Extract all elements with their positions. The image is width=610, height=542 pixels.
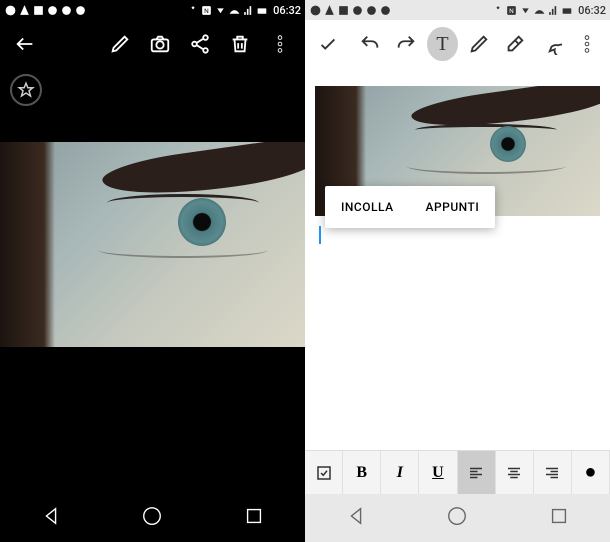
photo-content[interactable] xyxy=(0,142,305,347)
align-right-button[interactable] xyxy=(534,451,572,494)
italic-button[interactable]: I xyxy=(381,451,419,494)
nav-back-button[interactable] xyxy=(40,505,62,531)
align-center-button[interactable] xyxy=(496,451,534,494)
text-tool-button[interactable]: T xyxy=(427,27,457,61)
system-nav-bar xyxy=(305,494,610,542)
note-editor-screen: N 06:32 T INCOLLA APPUNTI B I U xyxy=(305,0,610,542)
clock: 06:32 xyxy=(578,4,606,17)
align-left-button[interactable] xyxy=(458,451,496,494)
nav-home-button[interactable] xyxy=(141,505,163,531)
nav-recent-button[interactable] xyxy=(548,505,570,531)
svg-text:N: N xyxy=(509,7,514,15)
camera-button[interactable] xyxy=(143,27,177,61)
system-nav-bar xyxy=(0,494,305,542)
nav-recent-button[interactable] xyxy=(243,505,265,531)
color-button[interactable]: ● xyxy=(572,451,610,494)
editor-toolbar: T xyxy=(305,20,610,68)
paste-menu-item[interactable]: INCOLLA xyxy=(325,186,410,228)
photo-viewer-screen: N 06:32 xyxy=(0,0,305,542)
more-button[interactable] xyxy=(263,27,297,61)
more-button[interactable] xyxy=(572,27,602,61)
nav-back-button[interactable] xyxy=(345,505,367,531)
note-canvas[interactable]: INCOLLA APPUNTI xyxy=(305,86,610,216)
nav-home-button[interactable] xyxy=(446,505,468,531)
undo-button[interactable] xyxy=(355,27,385,61)
status-bar: N 06:32 xyxy=(305,0,610,20)
viewer-toolbar xyxy=(0,20,305,68)
share-button[interactable] xyxy=(183,27,217,61)
confirm-button[interactable] xyxy=(313,27,343,61)
edit-button[interactable] xyxy=(103,27,137,61)
favorite-button[interactable] xyxy=(10,74,42,106)
context-menu: INCOLLA APPUNTI xyxy=(325,186,495,228)
checkbox-format-button[interactable] xyxy=(305,451,343,494)
bold-button[interactable]: B xyxy=(343,451,381,494)
format-toolbar: B I U ● xyxy=(305,450,610,494)
clock: 06:32 xyxy=(273,4,301,17)
back-button[interactable] xyxy=(8,27,42,61)
underline-button[interactable]: U xyxy=(419,451,457,494)
text-cursor xyxy=(319,226,321,244)
comment-button[interactable] xyxy=(536,27,566,61)
eraser-tool-button[interactable] xyxy=(500,27,530,61)
status-bar: N 06:32 xyxy=(0,0,305,20)
redo-button[interactable] xyxy=(391,27,421,61)
svg-text:N: N xyxy=(204,7,209,15)
clipboard-menu-item[interactable]: APPUNTI xyxy=(410,186,496,228)
draw-tool-button[interactable] xyxy=(464,27,494,61)
delete-button[interactable] xyxy=(223,27,257,61)
